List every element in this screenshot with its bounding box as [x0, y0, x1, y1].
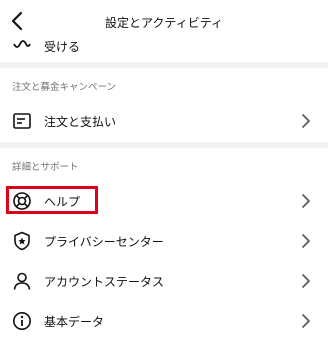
menu-item-basic-data[interactable]: 基本データ [0, 302, 328, 340]
chevron-right-icon [302, 234, 310, 248]
section-title-orders: 注文と募金キャンペーン [12, 82, 117, 93]
menu-item-label: 注文と支払い [44, 115, 117, 129]
menu-item-orders-payments[interactable]: 注文と支払い [0, 102, 328, 140]
menu-item-account-status[interactable]: アカウントステータス [0, 262, 328, 300]
section-divider [0, 142, 328, 148]
page-title: 設定とアクティビティ [105, 16, 223, 30]
person-icon [13, 272, 31, 290]
menu-item-privacy-center[interactable]: プライバシーセンター [0, 222, 328, 260]
shield-star-icon [14, 231, 30, 251]
chevron-right-icon [302, 274, 310, 288]
section-title-support: 詳細とサポート [12, 162, 79, 173]
menu-item-label: アカウントステータス [44, 275, 165, 289]
receipt-icon [13, 113, 31, 129]
menu-item-label: プライバシーセンター [44, 235, 164, 249]
menu-item-label: 基本データ [44, 315, 105, 329]
partial-list-item[interactable]: 受ける [0, 36, 328, 58]
partial-item-label: 受ける [44, 40, 81, 54]
chevron-right-icon [302, 194, 310, 208]
chevron-right-icon [302, 314, 310, 328]
partial-icon [13, 40, 31, 48]
top-bar: 設定とアクティビティ [0, 0, 328, 40]
highlight-box [6, 186, 98, 214]
section-divider [0, 62, 328, 68]
info-icon [13, 312, 31, 330]
chevron-right-icon [302, 114, 310, 128]
